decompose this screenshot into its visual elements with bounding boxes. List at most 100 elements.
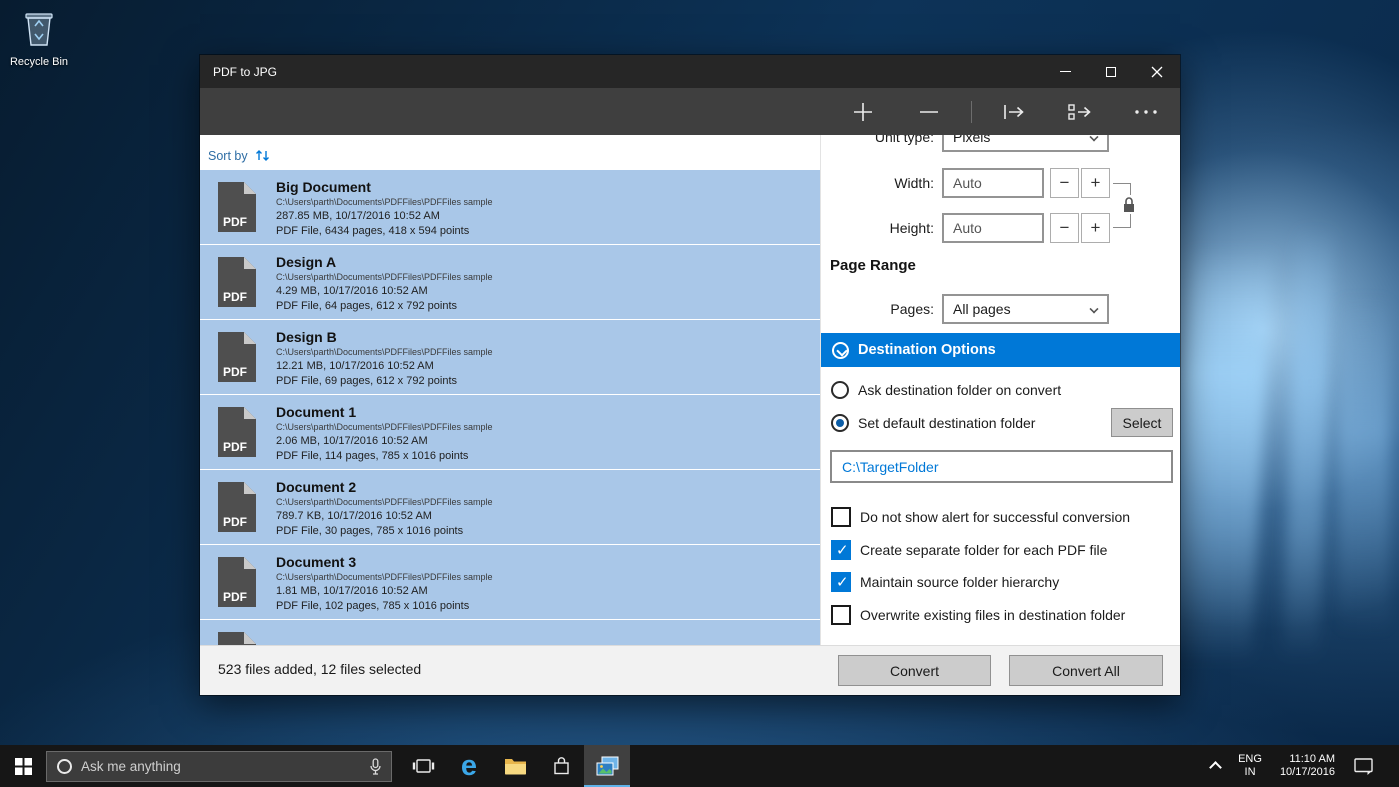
checkbox-source-hierarchy[interactable]: Maintain source folder hierarchy xyxy=(831,570,1059,594)
desktop: Recycle Bin PDF to JPG Sort by PDF Big D… xyxy=(0,0,1399,787)
checkbox-icon[interactable] xyxy=(831,507,851,527)
height-increase-button[interactable]: + xyxy=(1081,213,1110,243)
language-indicator[interactable]: ENG IN xyxy=(1229,745,1271,787)
checkbox-icon[interactable] xyxy=(831,572,851,592)
destination-options-label: Destination Options xyxy=(858,342,996,358)
destination-folder-input[interactable] xyxy=(830,450,1173,483)
file-list-item[interactable]: PDF Document 2 C:\Users\parth\Documents\… xyxy=(200,470,820,544)
pdf-file-icon: PDF xyxy=(218,257,256,307)
height-decrease-button[interactable]: − xyxy=(1050,213,1079,243)
page-range-heading: Page Range xyxy=(830,257,916,274)
recycle-bin[interactable]: Recycle Bin xyxy=(8,8,70,68)
pdf-to-jpg-app-button[interactable] xyxy=(584,745,630,787)
checkbox-label: Create separate folder for each PDF file xyxy=(860,542,1108,558)
close-button[interactable] xyxy=(1134,55,1180,88)
unit-type-row: Unit type: Pixels xyxy=(821,135,1180,152)
conversion-settings-panel: Unit type: Pixels Width: − + xyxy=(820,135,1180,645)
window-title: PDF to JPG xyxy=(213,64,278,79)
file-path: C:\Users\parth\Documents\PDFFiles\PDFFil… xyxy=(276,421,493,432)
convert-selected-button[interactable] xyxy=(990,88,1038,135)
destination-options-header[interactable]: Destination Options xyxy=(821,333,1180,367)
system-tray: ENG IN 11:10 AM 10/17/2016 xyxy=(1202,745,1399,787)
width-decrease-button[interactable]: − xyxy=(1050,168,1079,198)
file-list-item[interactable]: PDF Document 3 C:\Users\parth\Documents\… xyxy=(200,545,820,619)
checkbox-icon[interactable] xyxy=(831,540,851,560)
add-files-button[interactable] xyxy=(839,88,887,135)
task-view-icon xyxy=(412,759,434,773)
width-increase-button[interactable]: + xyxy=(1081,168,1110,198)
titlebar[interactable]: PDF to JPG xyxy=(200,55,1180,88)
file-list-item[interactable]: PDF Big Document C:\Users\parth\Document… xyxy=(200,170,820,244)
task-view-button[interactable] xyxy=(400,745,446,787)
file-list-item[interactable]: PDF Document 4 xyxy=(200,620,820,645)
lock-icon xyxy=(1124,197,1134,212)
sort-by-control[interactable]: Sort by xyxy=(200,135,820,170)
checkbox-separate-folder[interactable]: Create separate folder for each PDF file xyxy=(831,538,1107,562)
file-size-date: 4.29 MB, 10/17/2016 10:52 AM xyxy=(276,284,428,297)
convert-button[interactable]: Convert xyxy=(838,655,991,686)
remove-files-button[interactable] xyxy=(905,88,953,135)
window-content: Sort by PDF Big Document C:\Users\parth\… xyxy=(200,135,1180,645)
file-size-date: 12.21 MB, 10/17/2016 10:52 AM xyxy=(276,359,434,372)
radio-icon[interactable] xyxy=(831,414,849,432)
file-list-item[interactable]: PDF Design B C:\Users\parth\Documents\PD… xyxy=(200,320,820,394)
plus-icon xyxy=(854,102,872,121)
close-icon xyxy=(1151,66,1163,77)
chevron-circle-icon xyxy=(832,341,849,359)
taskbar-clock[interactable]: 11:10 AM 10/17/2016 xyxy=(1271,745,1344,787)
maximize-icon xyxy=(1106,66,1116,77)
edge-browser-button[interactable] xyxy=(446,745,492,787)
store-button[interactable] xyxy=(538,745,584,787)
window-controls xyxy=(1042,55,1180,88)
chevron-down-icon xyxy=(1089,135,1099,142)
aspect-ratio-lock[interactable] xyxy=(1122,195,1136,214)
checkbox-overwrite-existing[interactable]: Overwrite existing files in destination … xyxy=(831,603,1125,627)
sort-icon xyxy=(255,150,269,161)
unit-type-dropdown[interactable]: Pixels xyxy=(942,135,1109,152)
svg-text:PDF: PDF xyxy=(223,290,247,304)
convert-all-button-toolbar[interactable] xyxy=(1056,88,1104,135)
height-input[interactable] xyxy=(942,213,1044,243)
clock-time: 11:10 AM xyxy=(1289,753,1335,765)
language-region: IN xyxy=(1244,766,1256,778)
edge-icon xyxy=(461,752,477,781)
height-label: Height: xyxy=(889,220,934,236)
radio-icon[interactable] xyxy=(831,381,849,399)
checkbox-icon[interactable] xyxy=(831,605,851,625)
search-input[interactable] xyxy=(81,758,361,774)
select-folder-button[interactable]: Select xyxy=(1111,408,1173,437)
radio-label: Ask destination folder on convert xyxy=(858,382,1062,398)
file-explorer-button[interactable] xyxy=(492,745,538,787)
file-path: C:\Users\parth\Documents\PDFFiles\PDFFil… xyxy=(276,271,493,282)
checkbox-no-alert[interactable]: Do not show alert for successful convers… xyxy=(831,505,1130,529)
svg-text:PDF: PDF xyxy=(223,365,247,379)
chevron-down-icon xyxy=(1089,304,1099,314)
svg-text:PDF: PDF xyxy=(223,440,247,454)
taskbar-search[interactable] xyxy=(46,750,392,782)
start-button[interactable] xyxy=(0,745,46,787)
recycle-bin-label: Recycle Bin xyxy=(9,56,69,68)
action-center-button[interactable] xyxy=(1344,745,1383,787)
microphone-icon[interactable] xyxy=(370,757,381,775)
file-path: C:\Users\parth\Documents\PDFFiles\PDFFil… xyxy=(276,346,493,357)
file-list-item[interactable]: PDF Design A C:\Users\parth\Documents\PD… xyxy=(200,245,820,319)
minimize-icon xyxy=(1059,71,1071,72)
minimize-button[interactable] xyxy=(1042,55,1088,88)
width-input[interactable] xyxy=(942,168,1044,198)
radio-ask-destination[interactable]: Ask destination folder on convert xyxy=(831,378,1061,402)
file-list-panel: Sort by PDF Big Document C:\Users\parth\… xyxy=(200,135,820,645)
wallpaper-light-beam xyxy=(1338,295,1390,635)
maximize-button[interactable] xyxy=(1088,55,1134,88)
pages-label: Pages: xyxy=(890,301,934,317)
file-info: PDF File, 69 pages, 612 x 792 points xyxy=(276,374,457,387)
file-path: C:\Users\parth\Documents\PDFFiles\PDFFil… xyxy=(276,571,493,582)
more-options-button[interactable] xyxy=(1122,88,1170,135)
file-list-item[interactable]: PDF Document 1 C:\Users\parth\Documents\… xyxy=(200,395,820,469)
height-row: Height: − + xyxy=(821,213,1180,243)
pages-dropdown[interactable]: All pages xyxy=(942,294,1109,324)
convert-all-button[interactable]: Convert All xyxy=(1009,655,1163,686)
file-size-date: 1.81 MB, 10/17/2016 10:52 AM xyxy=(276,584,428,597)
file-info: PDF File, 102 pages, 785 x 1016 points xyxy=(276,599,470,612)
radio-set-default-destination[interactable]: Set default destination folder xyxy=(831,411,1035,435)
hidden-icons-button[interactable] xyxy=(1202,745,1229,787)
